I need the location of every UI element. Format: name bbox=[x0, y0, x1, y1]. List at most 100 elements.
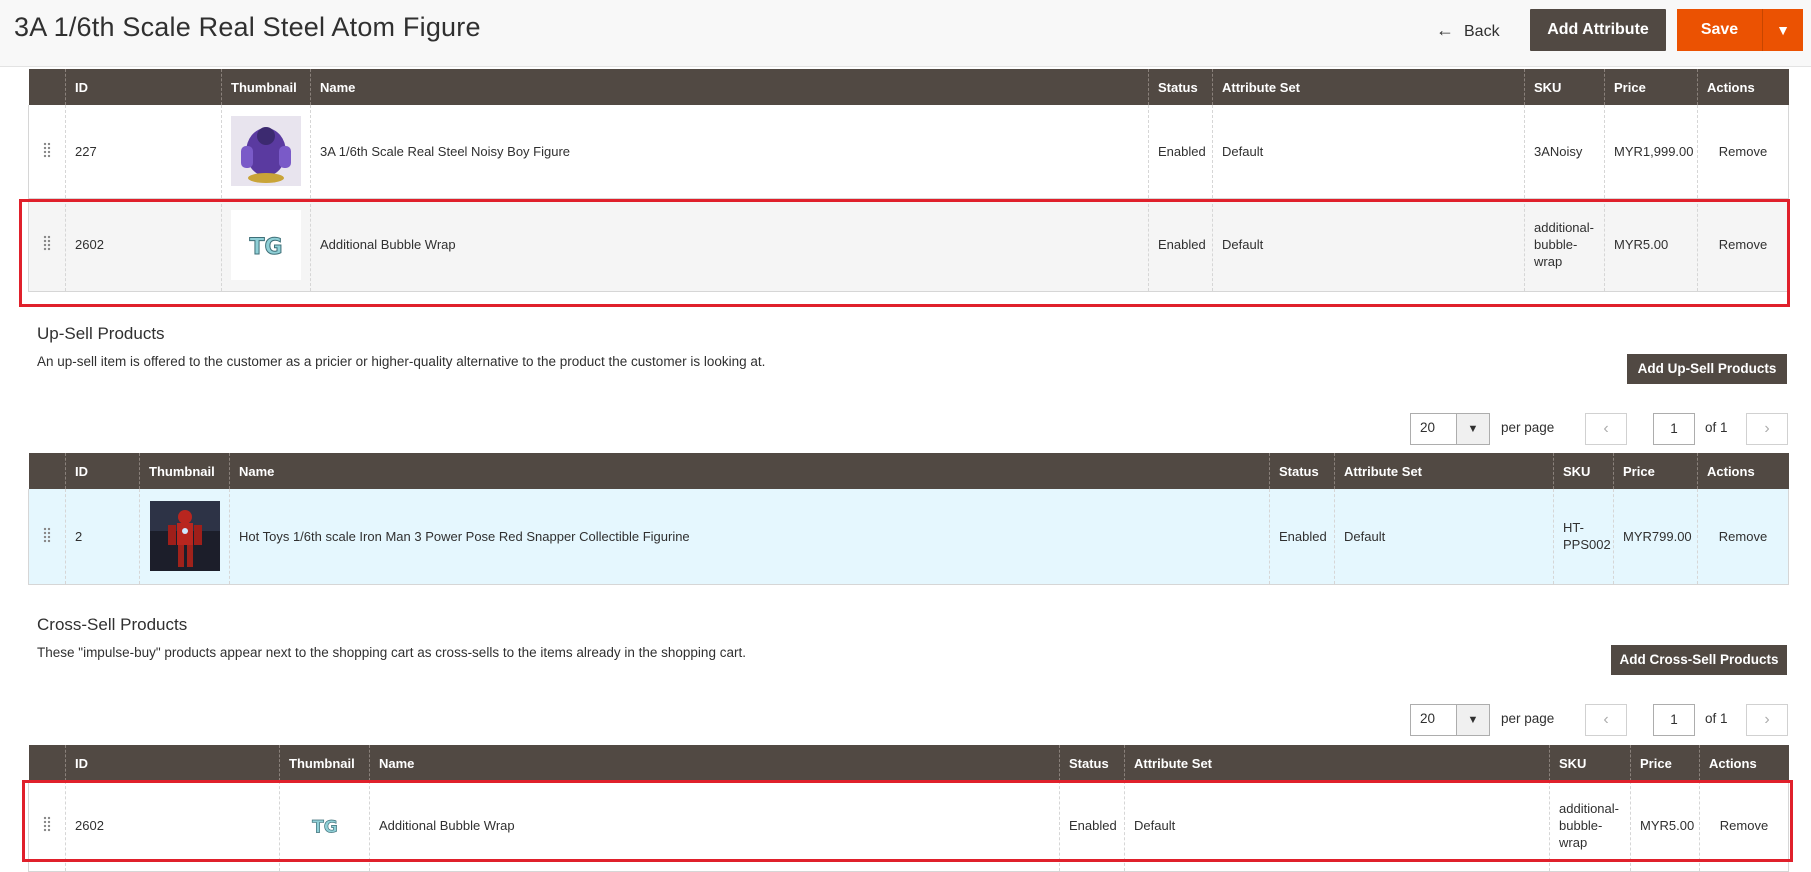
column-header-id[interactable]: ID bbox=[65, 453, 140, 489]
page-number-input[interactable]: 1 bbox=[1653, 413, 1695, 445]
remove-link[interactable]: Remove bbox=[1699, 781, 1789, 872]
drag-handle-icon[interactable] bbox=[43, 816, 51, 833]
column-header-thumbnail: Thumbnail bbox=[221, 69, 311, 105]
attribute-set-cell: Default bbox=[1212, 198, 1525, 292]
sku-cell: 3ANoisy bbox=[1524, 105, 1605, 199]
save-options-toggle[interactable]: ▼ bbox=[1762, 9, 1803, 51]
upsell-products-grid: ID Thumbnail Name Status Attribute Set S… bbox=[28, 453, 1789, 585]
crosssell-title: Cross-Sell Products bbox=[37, 615, 188, 634]
column-header-thumbnail: Thumbnail bbox=[139, 453, 230, 489]
column-header-id[interactable]: ID bbox=[65, 745, 280, 781]
sku-cell: additional-bubble-wrap bbox=[1524, 198, 1605, 292]
previous-page-button[interactable]: ‹ bbox=[1585, 413, 1627, 445]
status-cell: Enabled bbox=[1148, 105, 1213, 199]
chevron-left-icon: ‹ bbox=[1603, 711, 1609, 728]
add-attribute-button[interactable]: Add Attribute bbox=[1530, 9, 1666, 51]
crosssell-products-grid: ID Thumbnail Name Status Attribute Set S… bbox=[28, 745, 1789, 872]
status-cell: Enabled bbox=[1148, 198, 1213, 292]
drag-handle-icon[interactable] bbox=[43, 141, 51, 158]
column-header-actions: Actions bbox=[1699, 745, 1789, 781]
thumbnail-cell: TG bbox=[279, 781, 370, 872]
page-total: of 1 bbox=[1705, 711, 1728, 726]
id-cell: 227 bbox=[65, 105, 222, 199]
thumbnail-cell bbox=[221, 105, 311, 199]
remove-link[interactable]: Remove bbox=[1697, 489, 1789, 585]
column-header-price[interactable]: Price bbox=[1613, 453, 1698, 489]
per-page-select[interactable]: 20 ▼ bbox=[1410, 413, 1490, 445]
attribute-set-cell: Default bbox=[1212, 105, 1525, 199]
save-button[interactable]: Save bbox=[1677, 9, 1762, 51]
table-header: ID Thumbnail Name Status Attribute Set S… bbox=[28, 745, 1789, 781]
column-header-actions: Actions bbox=[1697, 453, 1789, 489]
product-thumbnail bbox=[231, 116, 301, 187]
drag-handle-icon[interactable] bbox=[43, 235, 51, 251]
column-header-sku[interactable]: SKU bbox=[1549, 745, 1631, 781]
column-header-actions: Actions bbox=[1697, 69, 1789, 105]
per-page-select[interactable]: 20 ▼ bbox=[1410, 704, 1490, 736]
chevron-right-icon: › bbox=[1764, 420, 1770, 437]
product-thumbnail bbox=[149, 501, 220, 572]
column-header-id[interactable]: ID bbox=[65, 69, 222, 105]
column-header-sku[interactable]: SKU bbox=[1553, 453, 1614, 489]
sku-cell: HT-PPS002 bbox=[1553, 489, 1614, 585]
table-row: 227 3A 1/6th Scale Real Steel Noisy Boy … bbox=[28, 105, 1789, 199]
drag-cell[interactable] bbox=[28, 489, 66, 585]
previous-page-button[interactable]: ‹ bbox=[1585, 704, 1627, 736]
chevron-down-icon[interactable]: ▼ bbox=[1456, 705, 1489, 735]
svg-text:TG: TG bbox=[312, 817, 338, 837]
column-header-name[interactable]: Name bbox=[229, 453, 1270, 489]
per-page-label: per page bbox=[1501, 711, 1555, 726]
thumbnail-cell bbox=[139, 489, 230, 585]
id-cell: 2602 bbox=[65, 198, 222, 292]
status-cell: Enabled bbox=[1269, 489, 1335, 585]
price-cell: MYR1,999.00 bbox=[1604, 105, 1698, 199]
chevron-down-icon: ▼ bbox=[1776, 22, 1790, 38]
upsell-description: An up-sell item is offered to the custom… bbox=[37, 354, 766, 369]
table-header: ID Thumbnail Name Status Attribute Set S… bbox=[28, 69, 1789, 105]
id-cell: 2602 bbox=[65, 781, 280, 872]
drag-cell[interactable] bbox=[28, 105, 66, 199]
column-header-name[interactable]: Name bbox=[369, 745, 1060, 781]
add-crosssell-products-button[interactable]: Add Cross-Sell Products bbox=[1611, 645, 1787, 675]
next-page-button[interactable]: › bbox=[1746, 704, 1788, 736]
attribute-set-cell: Default bbox=[1334, 489, 1554, 585]
id-cell: 2 bbox=[65, 489, 140, 585]
column-header-attribute-set[interactable]: Attribute Set bbox=[1124, 745, 1550, 781]
name-cell: Additional Bubble Wrap bbox=[369, 781, 1060, 872]
product-thumbnail: TG bbox=[231, 209, 301, 280]
column-header-name[interactable]: Name bbox=[310, 69, 1149, 105]
remove-link[interactable]: Remove bbox=[1697, 198, 1789, 292]
next-page-button[interactable]: › bbox=[1746, 413, 1788, 445]
crosssell-pager: 20 ▼ per page ‹ 1 of 1 › bbox=[1410, 704, 1788, 736]
column-header-status[interactable]: Status bbox=[1148, 69, 1213, 105]
name-cell: Additional Bubble Wrap bbox=[310, 198, 1149, 292]
table-header: ID Thumbnail Name Status Attribute Set S… bbox=[28, 453, 1789, 489]
arrow-left-icon: ← bbox=[1436, 20, 1454, 40]
add-upsell-products-button[interactable]: Add Up-Sell Products bbox=[1627, 354, 1787, 384]
column-header-price[interactable]: Price bbox=[1604, 69, 1698, 105]
column-header-status[interactable]: Status bbox=[1059, 745, 1125, 781]
remove-link[interactable]: Remove bbox=[1697, 105, 1789, 199]
drag-cell[interactable] bbox=[28, 781, 66, 872]
column-header-price[interactable]: Price bbox=[1630, 745, 1700, 781]
price-cell: MYR5.00 bbox=[1630, 781, 1700, 872]
product-thumbnail: TG bbox=[304, 805, 345, 846]
back-button[interactable]: ← Back bbox=[1436, 16, 1500, 44]
column-header-thumbnail: Thumbnail bbox=[279, 745, 370, 781]
column-header-status[interactable]: Status bbox=[1269, 453, 1335, 489]
drag-column-header bbox=[28, 69, 66, 105]
table-row: 2602 TG Additional Bubble Wrap Enabled D… bbox=[28, 781, 1789, 872]
attribute-set-cell: Default bbox=[1124, 781, 1550, 872]
drag-cell[interactable] bbox=[28, 198, 66, 292]
page-number-input[interactable]: 1 bbox=[1653, 704, 1695, 736]
chevron-right-icon: › bbox=[1764, 711, 1770, 728]
per-page-label: per page bbox=[1501, 420, 1555, 435]
table-row: 2 Hot Toys 1/6th scale Iron Man 3 Power … bbox=[28, 489, 1789, 585]
chevron-down-icon[interactable]: ▼ bbox=[1456, 414, 1489, 444]
name-cell: 3A 1/6th Scale Real Steel Noisy Boy Figu… bbox=[310, 105, 1149, 199]
column-header-attribute-set[interactable]: Attribute Set bbox=[1212, 69, 1525, 105]
column-header-sku[interactable]: SKU bbox=[1524, 69, 1605, 105]
chevron-left-icon: ‹ bbox=[1603, 420, 1609, 437]
drag-handle-icon[interactable] bbox=[43, 526, 51, 543]
column-header-attribute-set[interactable]: Attribute Set bbox=[1334, 453, 1554, 489]
